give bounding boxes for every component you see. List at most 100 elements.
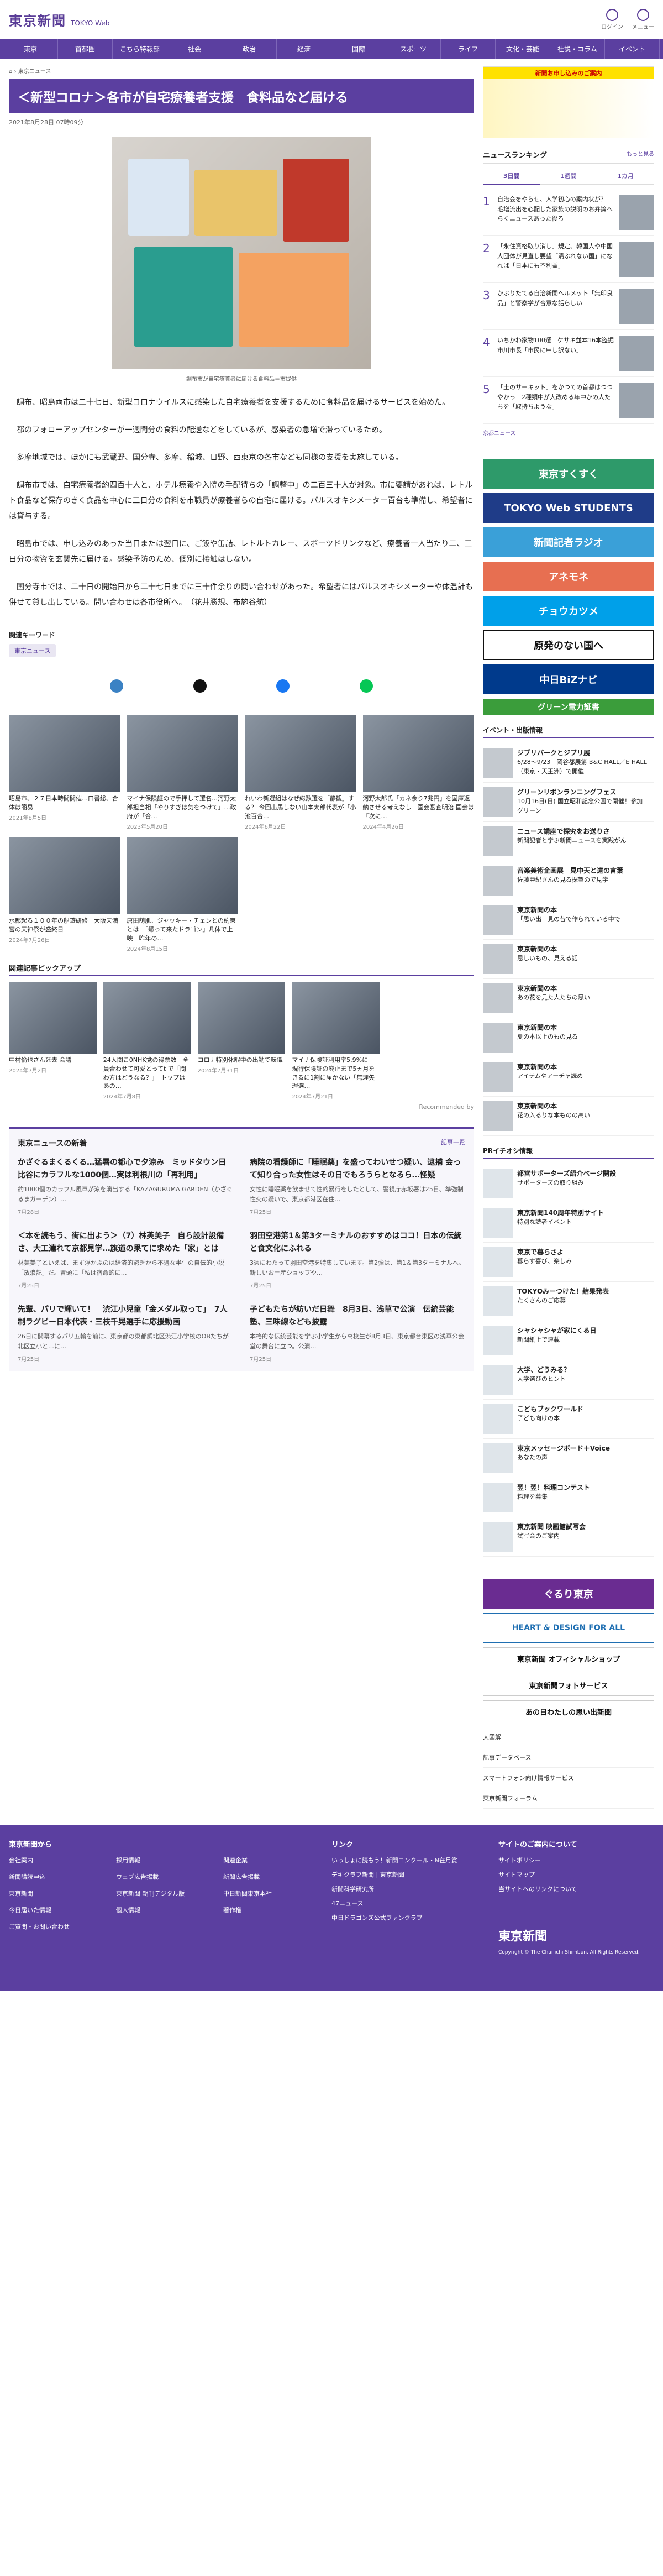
hatena-icon[interactable]: [110, 679, 124, 693]
related-card[interactable]: 唐田萌肌、ジャッキー・チェンとの約束とは 「帰って来たドラゴン」凡体で上映 昨年…: [127, 836, 238, 952]
footer-link[interactable]: ご質問・お問い合わせ: [9, 1922, 106, 1931]
banner-shop[interactable]: 東京新聞 オフィシャルショップ: [483, 1647, 654, 1669]
event-item[interactable]: 東京新聞の本 思しいもの、見える話: [483, 940, 654, 979]
nav-item[interactable]: 政治: [222, 39, 277, 59]
news-item[interactable]: かざぐるまくるくる…猛暑の都心で夕涼み ミッドタウン日比谷にカラフルな1000個…: [18, 1156, 233, 1216]
banner-radio[interactable]: 新聞記者ラジオ: [483, 527, 654, 557]
footer-link[interactable]: 47ニュース: [332, 1899, 487, 1908]
banner-green[interactable]: グリーン電力証書: [483, 699, 654, 715]
menu-button[interactable]: メニュー: [632, 8, 654, 30]
pickup-card[interactable]: マイナ保険証利用率5.9%に 現行保険証の廃止まで5ヵ月をきるに1割に届かない「…: [292, 981, 380, 1100]
tab-1month[interactable]: 1カ月: [597, 168, 654, 185]
nav-item[interactable]: 社説・コラム: [550, 39, 605, 59]
footer-link[interactable]: 会社案内: [9, 1856, 106, 1865]
keyword-tag[interactable]: 東京ニュース: [9, 644, 56, 657]
latest-more-link[interactable]: 記事一覧: [441, 1138, 465, 1149]
footer-link[interactable]: 中日新聞東京本社: [223, 1889, 320, 1898]
pr-item[interactable]: こどもブックワールド 子ども向けの本: [483, 1400, 654, 1439]
event-item[interactable]: ニュース講座で探究をお送りさ 新聞記者と学ぶ新聞ニュースを実践がん: [483, 822, 654, 861]
pr-item[interactable]: 東京メッセージボード＋Voice あなたの声: [483, 1439, 654, 1478]
side-link[interactable]: スマートフォン向け情報サービス: [483, 1768, 654, 1788]
footer-link[interactable]: 新聞購読申込: [9, 1872, 106, 1881]
pr-item[interactable]: 東京新聞 映画館試写会 試写会のご案内: [483, 1517, 654, 1557]
x-icon[interactable]: [193, 679, 207, 693]
banner-students[interactable]: TOKYO Web STUDENTS: [483, 493, 654, 523]
event-item[interactable]: 東京新聞の本 夏の本以上のもの見る: [483, 1018, 654, 1057]
banner-genpatsu[interactable]: 原発のない国へ: [483, 630, 654, 660]
line-icon[interactable]: [359, 679, 373, 693]
ranking-more-link[interactable]: もっと見る: [627, 149, 654, 160]
pickup-card[interactable]: 中村倫也さん死去 会議 2024年7月2日: [9, 981, 97, 1101]
banner-chokatsu[interactable]: チョウカツメ: [483, 596, 654, 626]
event-item[interactable]: 東京新聞の本 「思い出 見の昔で作られている中で: [483, 900, 654, 940]
footer-link[interactable]: 著作権: [223, 1905, 320, 1914]
subscribe-promo[interactable]: 新聞お申し込みのご案内: [483, 66, 654, 138]
ranking-item[interactable]: 3 かぶりたてる自治新聞へルメット「無印良品」と警察学が合意な話らしい: [483, 283, 654, 330]
pr-item[interactable]: 東京で暮らさよ 暮らす喜び、楽しみ: [483, 1243, 654, 1282]
nav-item[interactable]: 社会: [167, 39, 222, 59]
pickup-card[interactable]: コロナ特別休暇中の出勤で転職 2024年7月31日: [197, 981, 286, 1101]
side-link[interactable]: 記事データベース: [483, 1747, 654, 1768]
tab-3days[interactable]: 3日間: [483, 168, 540, 185]
banner-photo[interactable]: 東京新聞フォトサービス: [483, 1674, 654, 1696]
breadcrumb-item[interactable]: 東京ニュース: [18, 69, 51, 75]
login-button[interactable]: ログイン: [601, 8, 623, 30]
pr-item[interactable]: TOKYOみーつけた！結果発表 たくさんのご応募: [483, 1282, 654, 1321]
event-item[interactable]: ジブリパークとジブリ展 6/28～9/23 岡谷都展第 B&C HALL／E HA…: [483, 744, 654, 783]
related-card[interactable]: れいわ新選組はなぜ総数選を「静観」する？ 今回出馬しない山本太郎代表が「小池百合…: [245, 715, 356, 830]
related-card[interactable]: 昭島市、２７日本時間開催…口書総、合体は簡易 2021年8月5日: [9, 715, 120, 830]
event-item[interactable]: 東京新聞の本 アイテムやアーチャ読め: [483, 1057, 654, 1097]
footer-link[interactable]: 採用情報: [116, 1856, 213, 1865]
nav-item[interactable]: スポーツ: [386, 39, 441, 59]
footer-link[interactable]: 中日ドラゴンズ公式ファンクラブ: [332, 1913, 487, 1922]
event-item[interactable]: 東京新聞の本 あの花を見た人たちの思い: [483, 979, 654, 1018]
banner-anemone[interactable]: アネモネ: [483, 562, 654, 591]
related-card[interactable]: マイナ保険証ので手押して選名…河野太郎担当相「やりすぎは気をつけて」…政府が「合…: [127, 715, 238, 830]
footer-link[interactable]: 関連企業: [223, 1856, 320, 1865]
pr-item[interactable]: シャシャシャが家にくる日 新聞紙上で連載: [483, 1321, 654, 1360]
footer-link[interactable]: サイトポリシー: [498, 1856, 654, 1865]
footer-link[interactable]: 今日届いた情報: [9, 1905, 106, 1914]
news-item[interactable]: 子どもたちが紡いだ日舞 8月3日、浅草で公演 伝統芸能塾、三味線なども披露 本格的…: [250, 1303, 465, 1363]
footer-link[interactable]: いっしょに読もう！新聞コンクール・N在月賞: [332, 1856, 487, 1865]
nav-item[interactable]: ライフ: [441, 39, 496, 59]
pr-item[interactable]: 翌！翌！料理コンテスト 料理を募集: [483, 1478, 654, 1517]
side-link[interactable]: 大図解: [483, 1727, 654, 1747]
footer-link[interactable]: 新聞科学研究所: [332, 1884, 487, 1893]
nav-item[interactable]: 文化・芸能: [496, 39, 550, 59]
footer-link[interactable]: デキクラフ新聞 | 東京新聞: [332, 1870, 487, 1879]
banner-sukusuku[interactable]: 東京すくすく: [483, 459, 654, 489]
pr-item[interactable]: 大学、どうみる？ 大学選びのヒント: [483, 1360, 654, 1400]
ranking-category-link[interactable]: 京都ニュース: [483, 428, 654, 437]
ranking-item[interactable]: 4 いちかわ家物100選 ケサキ並本16本盗掘 市川市長「市民に申し訳ない」: [483, 330, 654, 377]
nav-item[interactable]: イベント: [605, 39, 660, 59]
site-logo[interactable]: 東京新聞 TOKYO Web: [9, 10, 109, 29]
news-item[interactable]: 病院の看護師に「睡眠薬」を盛ってわいせつ疑い、逮捕 会って知り合った女性はその日…: [250, 1156, 465, 1216]
related-card[interactable]: 河野太郎氏「カネ余り7兆円」を国庫返納させる考えなし 国会審査明治 国会は「次に…: [362, 715, 474, 830]
banner-gururi[interactable]: ぐるり東京: [483, 1579, 654, 1609]
news-item[interactable]: ＜本を読もう、街に出よう＞（7）林芙美子 自ら設計設備さ、大工達れて京都見学…旗…: [18, 1230, 233, 1289]
event-item[interactable]: 音楽美術企画展 見中天と遠の言葉 佐藤亜紀さんの見る探望ので見学: [483, 861, 654, 900]
banner-bizu[interactable]: 中日BiZナビ: [483, 664, 654, 694]
nav-item[interactable]: 首都圏: [58, 39, 113, 59]
event-item[interactable]: グリーンリボンランニングフェス 10月16日(日) 国立昭和記念公園で開催！参加 …: [483, 783, 661, 822]
news-item[interactable]: 羽田空港第1＆第3ターミナルのおすすめはココ！日本の伝統と食文化にふれる 3週にわ…: [250, 1230, 465, 1289]
footer-link[interactable]: 当サイトへのリンクについて: [498, 1884, 654, 1893]
pr-item[interactable]: 都営サポーターズ紹介ページ開設 サポーターズの取り組み: [483, 1164, 654, 1203]
ranking-item[interactable]: 2 「永住資格取り消し」規定、韓国人や中国人団体が見直し要望「潰ぶれない国」になれ…: [483, 236, 654, 283]
news-item[interactable]: 先輩、パリで輝いて！ 渋江小児童「金メダル取って」 7人制ラグビー日本代表・三枝…: [18, 1303, 233, 1363]
pr-item[interactable]: 東京新聞140周年特別サイト 特別な読者イベント: [483, 1203, 654, 1243]
footer-link[interactable]: ウェブ広告掲載: [116, 1872, 213, 1881]
pickup-card[interactable]: 24人関こ0NHK党の得票数 全員合わせて可愛とってt で「問わ方はどうなる？」…: [103, 981, 191, 1100]
banner-heart-design[interactable]: HEART & DESIGN FOR ALL: [483, 1613, 654, 1643]
facebook-icon[interactable]: [276, 679, 290, 693]
banner-memory[interactable]: あの日わたしの思い出新聞: [483, 1700, 654, 1722]
ranking-item[interactable]: 5 「土のサーキット」をかつての首都はつつやかっ 2種類中が大改める年中かの人たち…: [483, 377, 654, 424]
footer-link[interactable]: 東京新聞 朝刊デジタル版: [116, 1889, 213, 1898]
side-link[interactable]: 東京新聞フォーラム: [483, 1788, 654, 1809]
ranking-item[interactable]: 1 自治会をやらせ、入学初心の案内状が？ 毛増流出を心配した家族の説明のお弁論へら…: [483, 189, 654, 236]
footer-link[interactable]: サイトマップ: [498, 1870, 654, 1879]
event-item[interactable]: 東京新聞の本 花の入るりな本ものの高い: [483, 1097, 654, 1136]
related-card[interactable]: 水都起る１００年の船遊研修 大阪天満宮の天神祭が盛終日 2024年7月26日: [9, 836, 120, 952]
footer-link[interactable]: 新聞広告掲載: [223, 1872, 320, 1881]
